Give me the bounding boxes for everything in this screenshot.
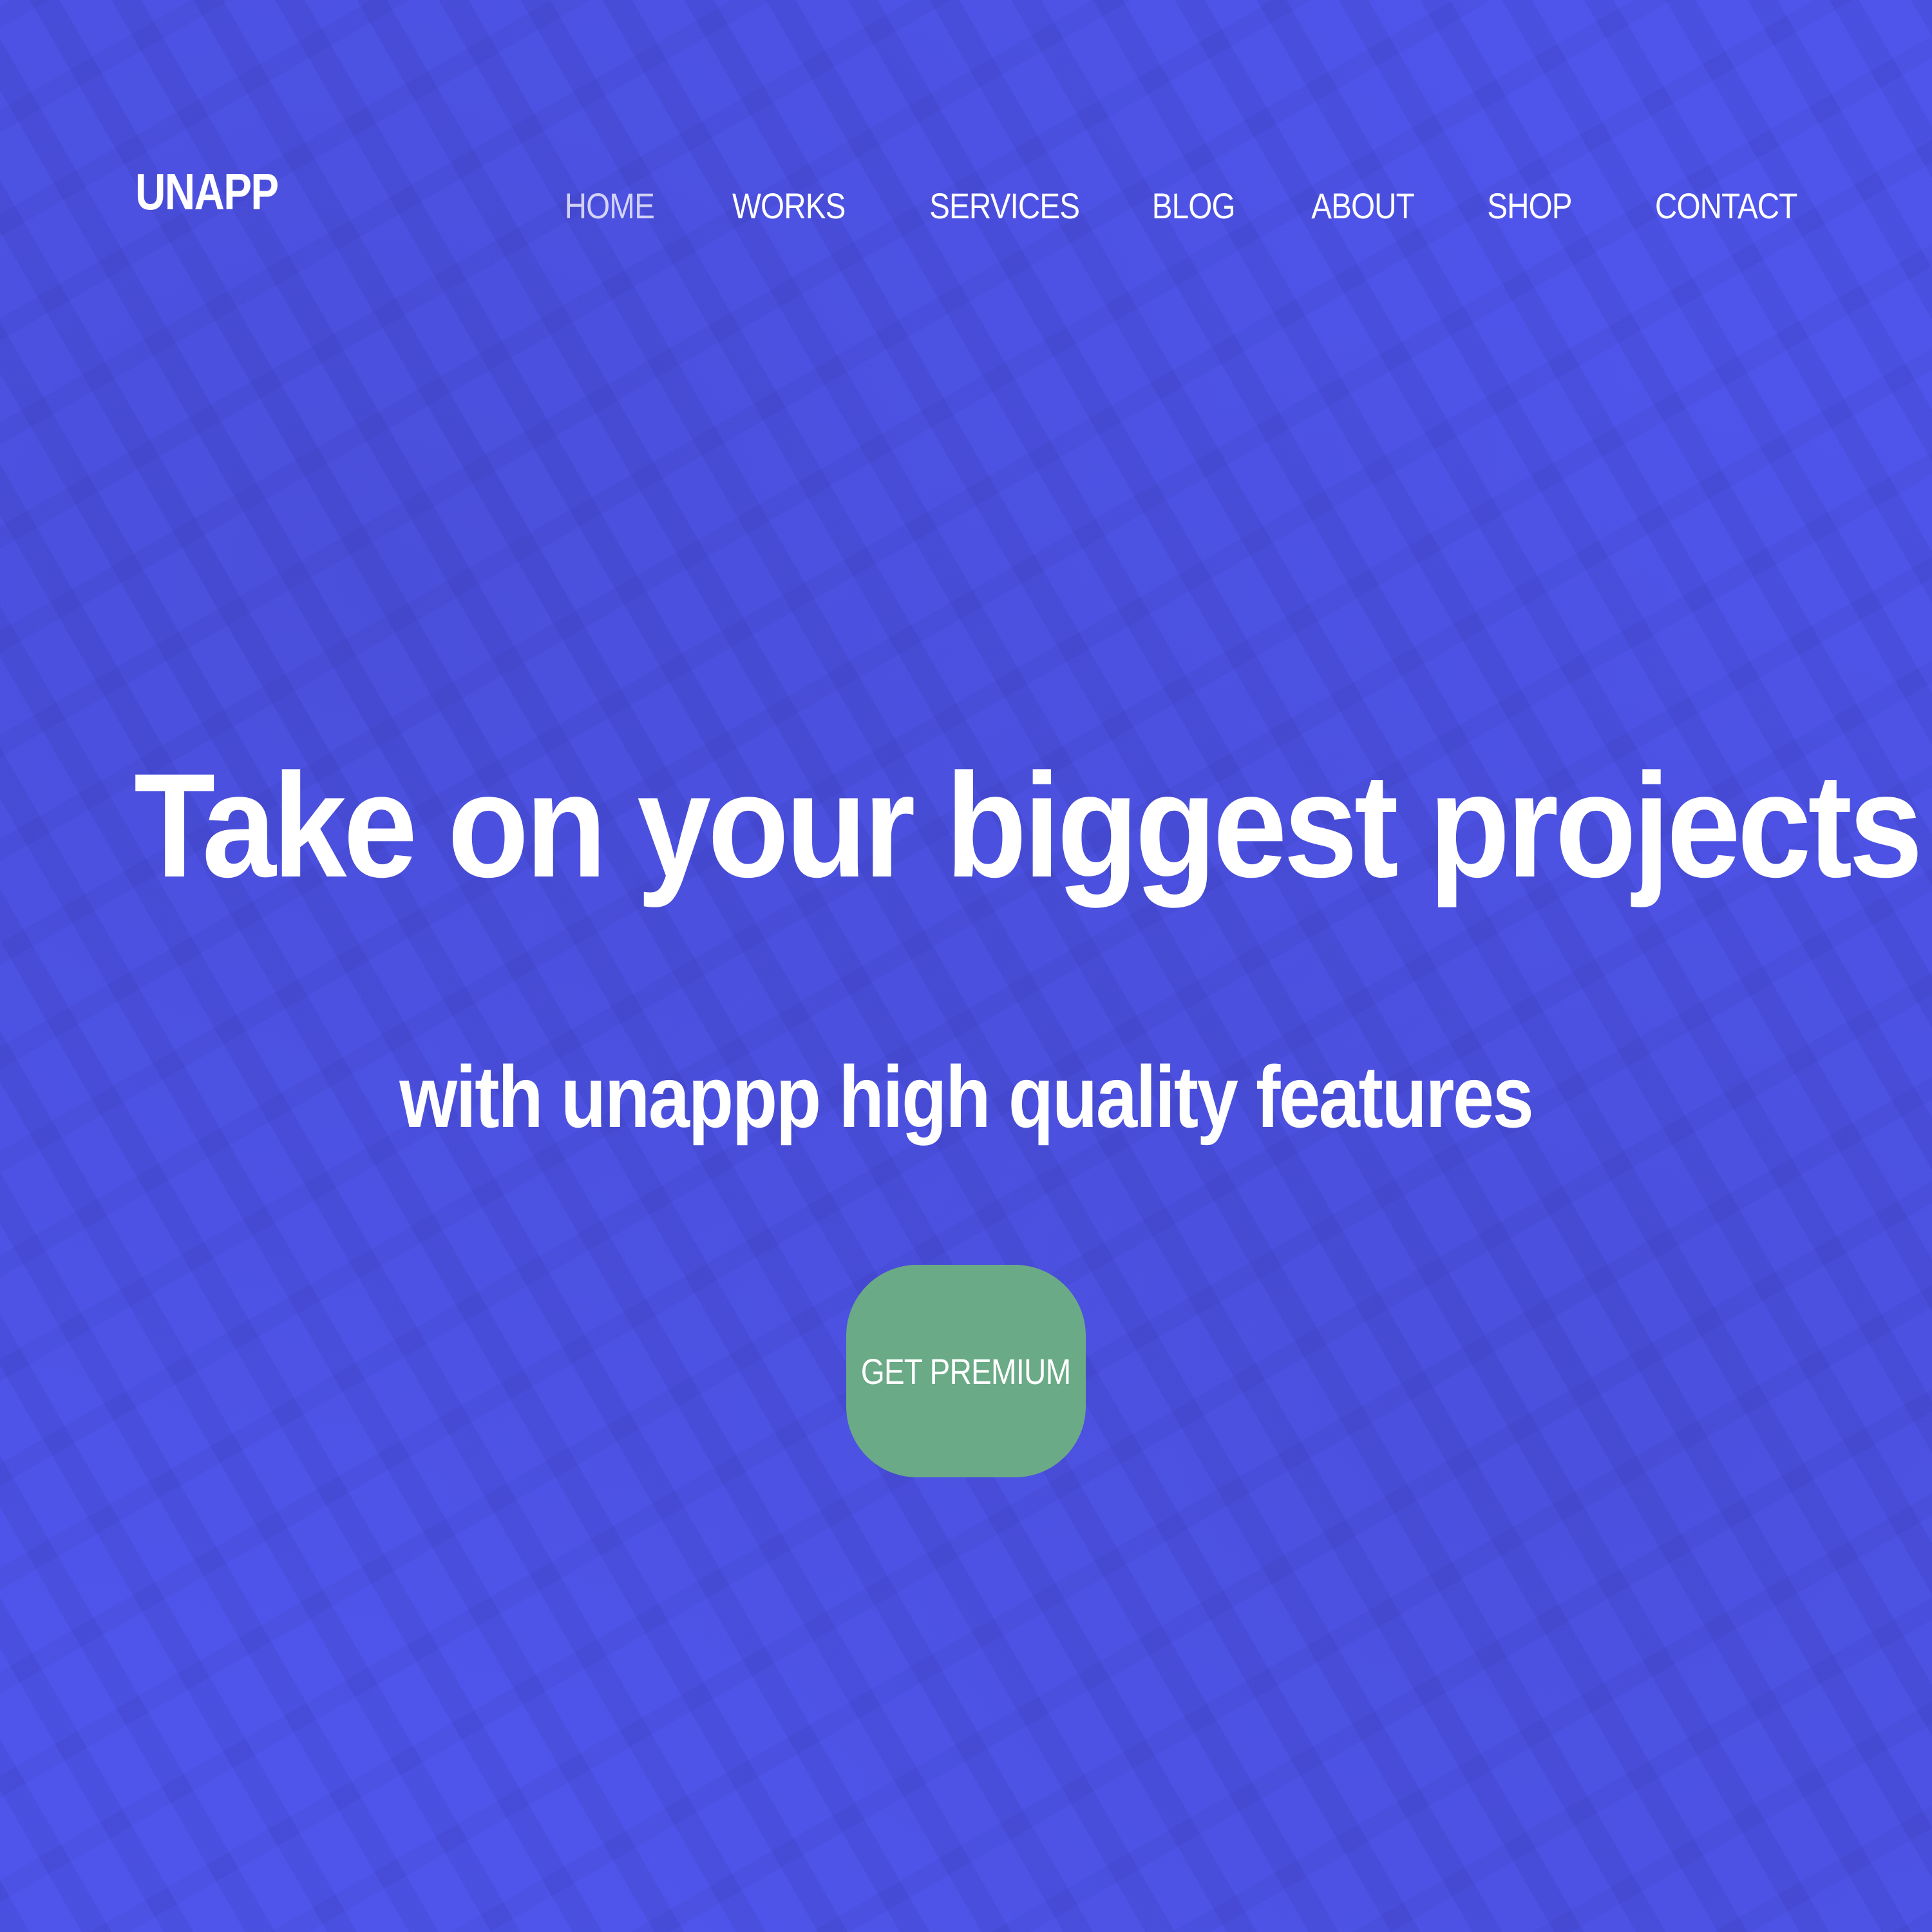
nav-item-blog[interactable]: BLOG	[1152, 188, 1236, 224]
get-premium-button[interactable]: GET PREMIUM	[846, 1265, 1086, 1477]
nav-item-home[interactable]: HOME	[564, 188, 654, 224]
hero-subtitle-text: with unappp high quality features	[399, 1048, 1534, 1146]
nav-item-about[interactable]: ABOUT	[1311, 188, 1415, 224]
hero-title: Take on your biggest projects and goals	[0, 741, 1932, 911]
hero-title-text: Take on your biggest projects and goals	[133, 743, 1932, 908]
hero-section: UNAPP HOME WORKS SERVICES BLOG ABOUT SHO…	[0, 0, 1932, 1932]
nav-item-shop[interactable]: SHOP	[1487, 188, 1572, 224]
nav-item-works[interactable]: WORKS	[732, 188, 845, 224]
nav-item-services[interactable]: SERVICES	[929, 188, 1080, 224]
hero-subtitle: with unappp high quality features	[0, 1046, 1932, 1147]
nav-item-contact[interactable]: CONTACT	[1654, 188, 1797, 224]
brand-logo[interactable]: UNAPP	[135, 166, 279, 218]
main-nav: HOME WORKS SERVICES BLOG ABOUT SHOP CONT…	[491, 188, 1797, 224]
navbar: UNAPP HOME WORKS SERVICES BLOG ABOUT SHO…	[0, 0, 1932, 258]
get-premium-label: GET PREMIUM	[861, 1350, 1071, 1392]
